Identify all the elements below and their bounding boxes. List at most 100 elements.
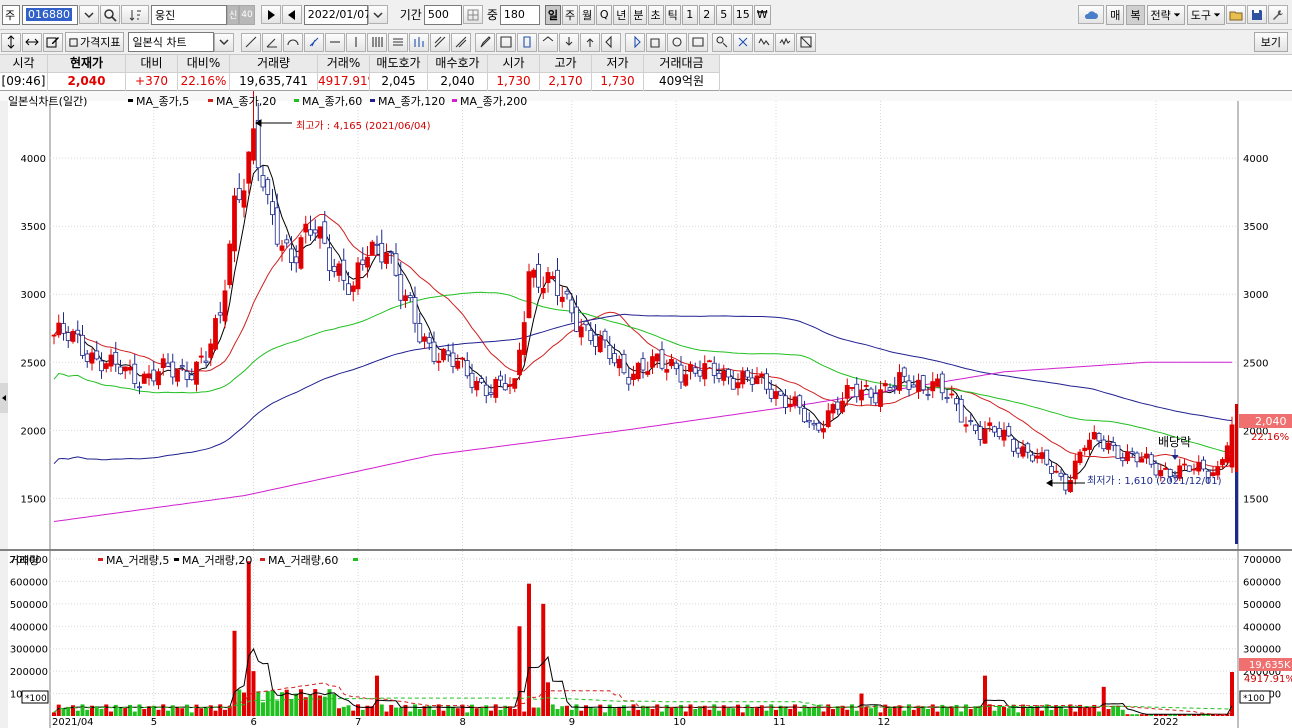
volume-bar xyxy=(902,710,907,716)
price-legend-item: MA_종가,5 xyxy=(136,95,189,108)
price-legend-item: MA_종가,200 xyxy=(460,95,527,108)
period-button-9[interactable]: 2 xyxy=(698,4,715,25)
period-button-3[interactable]: Q xyxy=(596,4,613,25)
period-button-10[interactable]: 5 xyxy=(715,4,732,25)
cloud-icon xyxy=(1085,10,1099,19)
draw-tool-13[interactable] xyxy=(517,32,538,52)
volume-tick-left: 300000 xyxy=(10,645,48,656)
period-button-7[interactable]: 틱 xyxy=(664,4,681,25)
draw-tool-17[interactable] xyxy=(601,32,622,52)
stock-chart[interactable]: 1500 15002000 20002500 25003000 30003500 3500… xyxy=(0,91,1292,728)
period-input[interactable]: 500 xyxy=(423,4,462,25)
volume-bar xyxy=(964,704,968,716)
buy-sell-button[interactable]: 매 xyxy=(1106,4,1125,25)
draw-tool-18[interactable] xyxy=(625,32,646,52)
period-button-11[interactable]: 15 xyxy=(732,4,753,25)
pan-left-right-button[interactable] xyxy=(22,32,42,52)
open-folder-button[interactable] xyxy=(1226,5,1246,24)
draw-tool-9[interactable] xyxy=(430,32,451,52)
draw-tool-22[interactable] xyxy=(712,32,733,52)
draw-tool-icon xyxy=(587,38,594,47)
volume-badge: 19,635K xyxy=(1249,660,1291,671)
period-spin-button[interactable] xyxy=(462,5,483,24)
volume-bar xyxy=(265,691,270,716)
market-label[interactable]: 주 xyxy=(2,4,20,25)
low-price-note: 최저가 : 1,610 (2021/12/01) xyxy=(1087,475,1222,487)
draw-tool-8[interactable] xyxy=(409,32,430,52)
draw-tool-6[interactable] xyxy=(367,32,388,52)
draw-tool-4[interactable] xyxy=(325,32,346,52)
draw-tool-7[interactable] xyxy=(388,32,409,52)
draw-tool-20[interactable] xyxy=(667,32,688,52)
draw-tool-0[interactable] xyxy=(241,32,262,52)
volume-bar xyxy=(375,675,379,716)
pan-up-down-button[interactable] xyxy=(1,32,21,52)
draw-tool-11[interactable] xyxy=(475,32,496,52)
stock-name-field: 웅진 xyxy=(151,4,227,25)
volume-bar xyxy=(655,704,660,716)
draw-tool-2[interactable] xyxy=(283,32,304,52)
period-button-0[interactable]: 일 xyxy=(544,4,561,25)
code-dropdown-button[interactable] xyxy=(79,5,99,24)
date-input[interactable]: 2022/01/07 xyxy=(303,4,371,25)
chart-type-select[interactable]: 일본식 차트 xyxy=(128,32,215,52)
price-legend-item: MA_종가,60 xyxy=(302,95,362,108)
save-button[interactable] xyxy=(1247,5,1267,24)
chart-type-dropdown[interactable] xyxy=(214,32,235,52)
draw-tool-1[interactable] xyxy=(262,32,283,52)
draw-tool-icon xyxy=(500,36,513,48)
volume-bar xyxy=(1025,708,1030,716)
overlap-input[interactable]: 180 xyxy=(499,4,540,25)
period-button-8[interactable]: 1 xyxy=(681,4,698,25)
stock-code-input[interactable]: 016880 xyxy=(22,4,78,25)
draw-tool-25[interactable] xyxy=(775,32,796,52)
volume-tick-right: 700000 xyxy=(1243,555,1281,566)
draw-tool-12[interactable] xyxy=(496,32,517,52)
draw-tool-icon xyxy=(435,36,446,48)
volume-bar xyxy=(1006,708,1011,716)
drawing-tools xyxy=(240,32,817,52)
candle xyxy=(1186,465,1192,473)
tools-button[interactable]: 도구 xyxy=(1186,4,1225,25)
candle xyxy=(1229,416,1235,473)
draw-tool-19[interactable] xyxy=(646,32,667,52)
multi-button[interactable]: 복 xyxy=(1126,4,1145,25)
period-button-6[interactable]: 초 xyxy=(647,4,664,25)
volume-bar xyxy=(864,706,869,716)
period-button-4[interactable]: 년 xyxy=(613,4,630,25)
view-button[interactable]: 보기 xyxy=(1253,32,1288,52)
period-button-5[interactable]: 분 xyxy=(630,4,647,25)
draw-tool-15[interactable] xyxy=(559,32,580,52)
next-stock-button[interactable] xyxy=(260,5,281,24)
draw-tool-23[interactable] xyxy=(733,32,754,52)
draw-tool-5[interactable] xyxy=(346,32,367,52)
candle xyxy=(213,314,218,351)
draw-tool-16[interactable] xyxy=(580,32,601,52)
draw-tool-10[interactable] xyxy=(451,32,472,52)
volume-bar xyxy=(636,709,641,716)
volume-bar xyxy=(617,706,622,716)
draw-tool-3[interactable] xyxy=(304,32,325,52)
period-button-1[interactable]: 주 xyxy=(562,4,579,25)
edit-button[interactable] xyxy=(43,32,63,52)
volume-bar xyxy=(403,704,408,716)
draw-tool-24[interactable] xyxy=(754,32,775,52)
sort-button[interactable] xyxy=(121,5,149,24)
search-icon xyxy=(104,8,117,22)
settings-button[interactable] xyxy=(1268,5,1288,24)
strategy-button[interactable]: 전략 xyxy=(1146,4,1185,25)
volume-unit-left: *100 xyxy=(25,694,47,704)
period-button-2[interactable]: 월 xyxy=(579,4,596,25)
draw-tool-14[interactable] xyxy=(538,32,559,52)
date-dropdown-button[interactable] xyxy=(367,5,388,24)
cloud-button[interactable] xyxy=(1078,5,1105,24)
prev-stock-button[interactable] xyxy=(281,5,302,24)
draw-tool-21[interactable] xyxy=(688,32,709,52)
volume-tick-right: 400000 xyxy=(1243,622,1281,633)
period-button-12[interactable]: ₩ xyxy=(753,4,771,25)
volume-bar xyxy=(498,709,503,716)
draw-tool-26[interactable] xyxy=(796,32,817,52)
volume-bar xyxy=(379,704,384,716)
search-button[interactable] xyxy=(100,5,120,24)
indicator-button[interactable]: 가격지표 xyxy=(65,32,125,52)
